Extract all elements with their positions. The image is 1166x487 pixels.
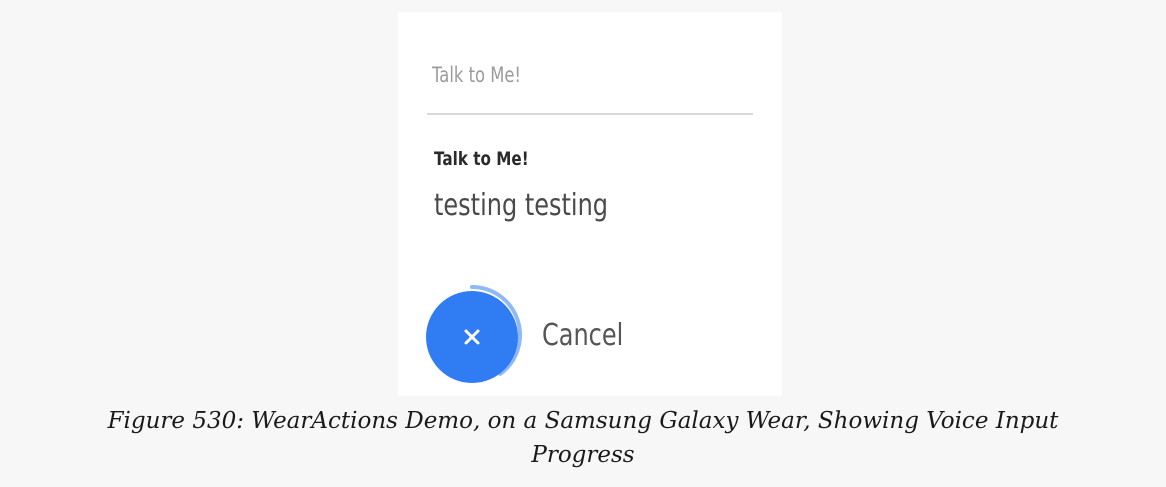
voice-prompt-title: Talk to Me! [432, 63, 522, 87]
watch-screen: Talk to Me! Talk to Me! testing testing … [398, 12, 782, 396]
caption-line-2: Progress [531, 442, 635, 468]
transcribed-text: testing testing [434, 188, 609, 223]
close-icon [464, 329, 480, 345]
caption-line-1: Figure 530: WearActions Demo, on a Samsu… [107, 408, 1059, 434]
voice-input-label: Talk to Me! [434, 148, 529, 170]
header-divider [427, 113, 753, 115]
cancel-label[interactable]: Cancel [542, 318, 623, 353]
cancel-action[interactable]: Cancel [426, 284, 726, 383]
figure-caption: Figure 530: WearActions Demo, on a Samsu… [0, 404, 1166, 472]
cancel-button[interactable] [426, 291, 518, 383]
